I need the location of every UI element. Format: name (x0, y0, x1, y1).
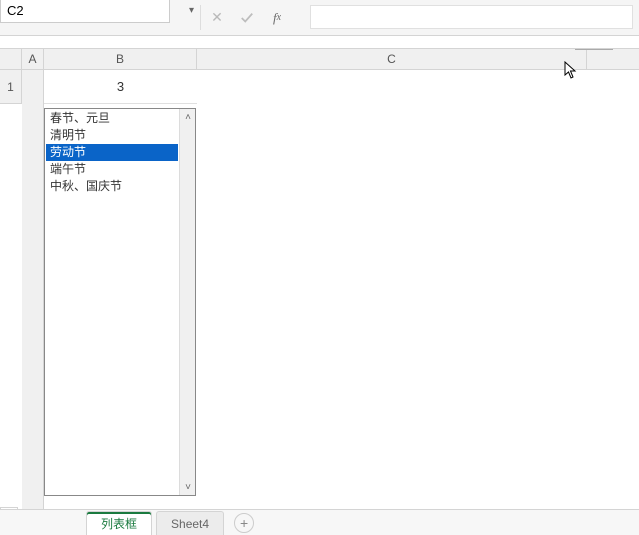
tab-nav-spacer (0, 510, 86, 535)
list-item-selected[interactable]: 劳动节 (46, 144, 178, 161)
add-sheet-button[interactable]: + (234, 513, 254, 533)
listbox-items: 春节、元旦 清明节 劳动节 端午节 中秋、国庆节 (46, 110, 178, 494)
sheet-tab-bar: 列表框 Sheet4 + (0, 509, 639, 535)
name-box-dropdown-icon[interactable]: ▾ (189, 0, 194, 22)
scroll-down-icon[interactable]: ˅ (180, 479, 196, 495)
mouse-cursor-icon (564, 61, 578, 82)
column-header-b[interactable]: B (44, 49, 197, 69)
row-header-1[interactable]: 1 (0, 70, 22, 104)
name-box-input[interactable] (1, 3, 189, 18)
insert-function-icon[interactable]: fx (270, 11, 284, 25)
list-item[interactable]: 春节、元旦 (46, 110, 178, 127)
column-header-c[interactable]: C (197, 49, 587, 69)
sheet-tab-active[interactable]: 列表框 (86, 511, 152, 535)
cancel-formula-icon[interactable]: ✕ (210, 11, 224, 25)
list-item[interactable]: 端午节 (46, 161, 178, 178)
formula-bar: ▾ ✕ fx (0, 0, 639, 36)
scroll-up-icon[interactable]: ˄ (180, 109, 196, 125)
select-all-corner[interactable] (0, 49, 22, 69)
formula-input[interactable] (310, 5, 633, 29)
grid-area[interactable]: 1 3 春节、元旦 清明节 劳动节 端午节 中秋、国庆节 ˄ ˅ (0, 70, 639, 520)
name-box[interactable]: ▾ (0, 0, 170, 23)
column-a-gutter (22, 70, 44, 520)
separator (200, 5, 201, 30)
list-item[interactable]: 清明节 (46, 127, 178, 144)
listbox-control[interactable]: 春节、元旦 清明节 劳动节 端午节 中秋、国庆节 ˄ ˅ (44, 108, 196, 496)
column-resize-indicator (575, 49, 613, 53)
sheet-tab[interactable]: Sheet4 (156, 511, 224, 535)
listbox-scrollbar[interactable]: ˄ ˅ (179, 109, 195, 495)
accept-formula-icon[interactable] (240, 11, 254, 25)
cell-b1[interactable]: 3 (44, 70, 197, 104)
list-item[interactable]: 中秋、国庆节 (46, 178, 178, 195)
column-header-a[interactable]: A (22, 49, 44, 69)
column-header-row: A B C (0, 48, 639, 70)
